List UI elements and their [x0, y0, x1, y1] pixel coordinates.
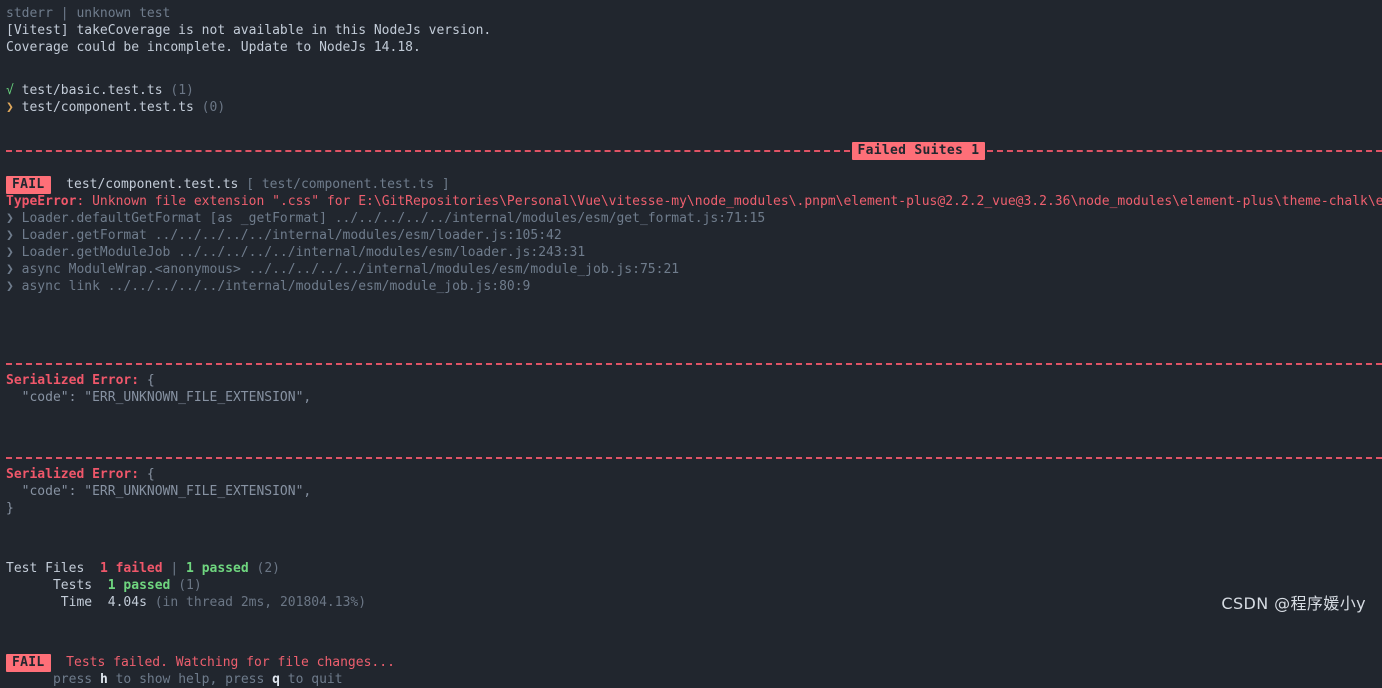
hint-middle-text: to show help, press	[107, 672, 273, 687]
separator-dashes	[6, 362, 1382, 365]
stderr-test-label: unknown test	[76, 6, 171, 21]
serialized-error-brace-open: {	[139, 467, 155, 482]
summary-tests-label: Tests	[52, 578, 93, 593]
test-file-path: test/basic.test.ts	[21, 83, 163, 98]
stderr-header: stderr | unknown test	[0, 5, 1382, 22]
serialized-error-body: "code": "ERR_UNKNOWN_FILE_EXTENSION",	[6, 484, 312, 499]
coverage-warning-line-2: Coverage could be incomplete. Update to …	[6, 40, 421, 55]
hint-suffix-text: to quit	[279, 672, 343, 687]
serialized-error-label: Serialized Error:	[6, 373, 140, 388]
error-detail: Unknown file extension ".css" for E:\Git…	[84, 194, 1382, 209]
footer-message: Tests failed. Watching for file changes.…	[66, 655, 395, 670]
hint-press-prefix: press	[52, 672, 100, 687]
fail-header-row: FAIL test/component.test.ts [ test/compo…	[0, 176, 1382, 194]
check-icon: √	[6, 83, 14, 98]
test-file-row[interactable]: √ test/basic.test.ts (1)	[0, 82, 1382, 99]
test-file-count: (1)	[170, 83, 194, 98]
serialized-error-body: "code": "ERR_UNKNOWN_FILE_EXTENSION",	[6, 390, 312, 405]
failed-suites-separator: Failed Suites 1	[0, 141, 1382, 160]
error-message-row: TypeError: Unknown file extension ".css"…	[0, 193, 1382, 210]
serialized-error-label: Serialized Error:	[6, 467, 140, 482]
separator-dashes-left	[6, 149, 850, 152]
serialized-error-separator	[0, 355, 1382, 372]
serialized-error-header: Serialized Error: {	[0, 466, 1382, 483]
terminal-window: stderr | unknown test [Vitest] takeCover…	[0, 0, 1382, 687]
separator-dashes	[6, 456, 1382, 459]
stack-trace-line: ❯ async ModuleWrap.<anonymous> ../../../…	[6, 262, 680, 277]
serialized-error-header: Serialized Error: {	[0, 372, 1382, 389]
bracket-open: [	[246, 177, 255, 192]
footer-fail-badge: FAIL	[6, 654, 51, 672]
summary-time-label: Time	[60, 595, 93, 610]
fail-badge: FAIL	[6, 176, 51, 194]
stack-trace-line: ❯ Loader.getFormat ../../../../../intern…	[6, 228, 562, 243]
summary-time-detail: (in thread 2ms, 201804.13%)	[154, 595, 367, 610]
stderr-stream-label: stderr	[6, 6, 53, 21]
summary-time-row: Time 4.04s (in thread 2ms, 201804.13%)	[0, 594, 1382, 611]
fail-file-path: test/component.test.ts	[66, 177, 239, 192]
error-type: TypeError	[6, 194, 77, 209]
failed-suites-badge: Failed Suites 1	[851, 141, 986, 160]
serialized-error-separator	[0, 449, 1382, 466]
footer-hint-row: press h to show help, press q to quit	[0, 671, 1382, 688]
hint-key-quit[interactable]: q	[272, 672, 280, 687]
summary-test-files-row: Test Files 1 failed | 1 passed (2)	[0, 560, 1382, 577]
hint-key-help[interactable]: h	[100, 672, 108, 687]
serialized-error-brace-open: {	[139, 373, 155, 388]
footer-status-row: FAIL Tests failed. Watching for file cha…	[0, 654, 1382, 672]
summary-tests-row: Tests 1 passed (1)	[0, 577, 1382, 594]
summary-tests-total: (1)	[178, 578, 202, 593]
summary-total-count: (2)	[256, 561, 280, 576]
coverage-warning-line-1: [Vitest] takeCoverage is not available i…	[6, 23, 492, 38]
chevron-right-icon: ❯	[6, 100, 14, 115]
summary-time-value: 4.04s	[107, 595, 147, 610]
separator-dashes-right	[987, 149, 1382, 152]
stack-trace-line: ❯ async link ../../../../../internal/mod…	[6, 279, 531, 294]
summary-test-files-label: Test Files	[6, 561, 85, 576]
bracket-close: ]	[441, 177, 450, 192]
stack-trace-line: ❯ Loader.defaultGetFormat [as _getFormat…	[6, 211, 766, 226]
summary-tests-passed: 1 passed	[107, 578, 171, 593]
fail-suite-name: test/component.test.ts	[261, 177, 435, 192]
test-file-row[interactable]: ❯ test/component.test.ts (0)	[0, 99, 1382, 116]
test-file-path: test/component.test.ts	[21, 100, 194, 115]
stack-trace-line: ❯ Loader.getModuleJob ../../../../../int…	[6, 245, 586, 260]
summary-passed-count: 1 passed	[186, 561, 249, 576]
csdn-watermark: CSDN @程序媛小y	[1221, 594, 1366, 613]
test-file-count: (0)	[201, 100, 226, 115]
stderr-divider: |	[60, 6, 69, 21]
summary-failed-count: 1 failed	[99, 561, 163, 576]
serialized-error-brace-close: }	[6, 501, 14, 516]
